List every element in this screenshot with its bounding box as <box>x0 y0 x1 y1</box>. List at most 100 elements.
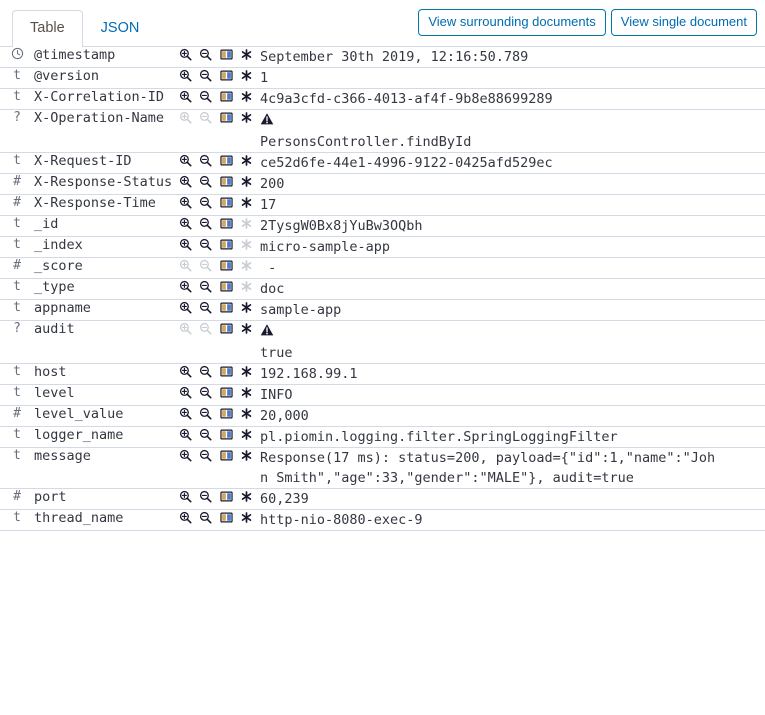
filter-out-value-magnify-minus-icon[interactable] <box>196 407 216 423</box>
field-actions <box>176 448 260 489</box>
filter-for-value-magnify-plus-icon[interactable] <box>176 449 196 465</box>
filter-out-value-magnify-minus-icon[interactable] <box>196 90 216 106</box>
field-value: 200 <box>260 174 765 195</box>
toggle-column-icon[interactable] <box>216 449 236 465</box>
filter-out-value-magnify-minus-icon[interactable] <box>196 365 216 381</box>
filter-out-value-magnify-minus-icon[interactable] <box>196 449 216 465</box>
toggle-column-icon[interactable] <box>216 428 236 444</box>
filter-for-field-present-asterisk-icon[interactable] <box>236 365 256 381</box>
filter-for-value-magnify-plus-icon[interactable] <box>176 175 196 191</box>
filter-for-value-magnify-plus-icon[interactable] <box>176 154 196 170</box>
toggle-column-icon[interactable] <box>216 217 236 233</box>
filter-for-field-present-asterisk-icon[interactable] <box>236 449 256 465</box>
filter-for-value-magnify-plus-icon[interactable] <box>176 69 196 85</box>
filter-for-value-magnify-plus-icon[interactable] <box>176 428 196 444</box>
filter-for-value-magnify-plus-icon[interactable] <box>176 490 196 506</box>
filter-out-value-magnify-minus-icon[interactable] <box>196 386 216 402</box>
filter-out-value-magnify-minus-icon[interactable] <box>196 301 216 317</box>
field-type-number-icon: # <box>0 489 34 510</box>
field-actions <box>176 300 260 321</box>
field-name: message <box>34 448 176 489</box>
toggle-column-icon[interactable] <box>216 490 236 506</box>
filter-for-field-present-asterisk-icon[interactable] <box>236 322 256 338</box>
toggle-column-icon[interactable] <box>216 301 236 317</box>
filter-for-value-magnify-plus-icon[interactable] <box>176 280 196 296</box>
filter-for-value-magnify-plus-icon[interactable] <box>176 90 196 106</box>
toggle-column-icon[interactable] <box>216 238 236 254</box>
toggle-column-icon[interactable] <box>216 69 236 85</box>
field-value: ce52d6fe-44e1-4996-9122-0425afd529ec <box>260 153 765 174</box>
filter-for-field-present-asterisk-icon[interactable] <box>236 175 256 191</box>
filter-out-value-magnify-minus-icon[interactable] <box>196 280 216 296</box>
toggle-column-icon[interactable] <box>216 407 236 423</box>
filter-for-field-present-asterisk-icon[interactable] <box>236 90 256 106</box>
tab-json[interactable]: JSON <box>83 10 158 47</box>
filter-out-value-magnify-minus-icon[interactable] <box>196 196 216 212</box>
filter-for-value-magnify-plus-icon[interactable] <box>176 511 196 527</box>
tab-table[interactable]: Table <box>12 10 83 47</box>
field-value: sample-app <box>260 300 765 321</box>
header-actions: View surrounding documentsView single do… <box>418 9 757 36</box>
field-type-number-icon: # <box>0 195 34 216</box>
filter-for-field-present-asterisk-icon[interactable] <box>236 490 256 506</box>
field-value: September 30th 2019, 12:16:50.789 <box>260 47 765 68</box>
filter-for-field-present-asterisk-icon[interactable] <box>236 428 256 444</box>
table-row: tX-Request-IDce52d6fe-44e1-4996-9122-042… <box>0 153 765 174</box>
filter-for-field-present-asterisk-icon[interactable] <box>236 196 256 212</box>
filter-for-field-present-asterisk-icon[interactable] <box>236 301 256 317</box>
filter-out-value-magnify-minus-icon[interactable] <box>196 238 216 254</box>
toggle-column-icon[interactable] <box>216 280 236 296</box>
toggle-column-icon[interactable] <box>216 386 236 402</box>
field-name: _index <box>34 237 176 258</box>
filter-for-value-magnify-plus-icon[interactable] <box>176 365 196 381</box>
filter-for-field-present-asterisk-icon[interactable] <box>236 48 256 64</box>
filter-for-value-magnify-plus-icon[interactable] <box>176 217 196 233</box>
field-actions <box>176 279 260 300</box>
toggle-column-icon[interactable] <box>216 154 236 170</box>
filter-for-value-magnify-plus-icon[interactable] <box>176 301 196 317</box>
toggle-column-icon[interactable] <box>216 511 236 527</box>
field-value-text: http-nio-8080-exec-9 <box>260 510 765 530</box>
filter-out-value-magnify-minus-icon[interactable] <box>196 154 216 170</box>
toggle-column-icon[interactable] <box>216 196 236 212</box>
filter-for-field-present-asterisk-icon[interactable] <box>236 511 256 527</box>
toggle-column-icon[interactable] <box>216 365 236 381</box>
filter-for-value-magnify-plus-icon[interactable] <box>176 238 196 254</box>
toggle-column-icon[interactable] <box>216 175 236 191</box>
filter-out-value-magnify-minus-icon[interactable] <box>196 175 216 191</box>
table-row: tX-Correlation-ID4c9a3cfd-c366-4013-af4f… <box>0 89 765 110</box>
filter-for-value-magnify-plus-icon[interactable] <box>176 386 196 402</box>
field-name: X-Correlation-ID <box>34 89 176 110</box>
warning-triangle-icon <box>260 112 274 132</box>
field-actions <box>176 89 260 110</box>
filter-out-value-magnify-minus-icon[interactable] <box>196 69 216 85</box>
field-actions <box>176 406 260 427</box>
filter-out-value-magnify-minus-icon[interactable] <box>196 217 216 233</box>
filter-for-value-magnify-plus-icon[interactable] <box>176 407 196 423</box>
filter-for-field-present-asterisk-icon[interactable] <box>236 154 256 170</box>
filter-for-value-magnify-plus-icon[interactable] <box>176 196 196 212</box>
toggle-column-icon[interactable] <box>216 90 236 106</box>
filter-out-value-magnify-minus-icon[interactable] <box>196 490 216 506</box>
filter-for-field-present-asterisk-icon <box>236 259 256 275</box>
filter-out-value-magnify-minus-icon[interactable] <box>196 48 216 64</box>
filter-out-value-magnify-minus-icon[interactable] <box>196 428 216 444</box>
field-name: thread_name <box>34 510 176 531</box>
toggle-column-icon[interactable] <box>216 111 236 127</box>
filter-for-field-present-asterisk-icon[interactable] <box>236 407 256 423</box>
filter-for-value-magnify-plus-icon[interactable] <box>176 48 196 64</box>
field-name: _type <box>34 279 176 300</box>
toggle-column-icon[interactable] <box>216 322 236 338</box>
filter-for-value-magnify-plus-icon <box>176 322 196 338</box>
filter-out-value-magnify-minus-icon[interactable] <box>196 511 216 527</box>
view-single-document-button[interactable]: View single document <box>611 9 757 36</box>
filter-for-field-present-asterisk-icon[interactable] <box>236 386 256 402</box>
field-name: X-Request-ID <box>34 153 176 174</box>
view-surrounding-documents-button[interactable]: View surrounding documents <box>418 9 605 36</box>
toggle-column-icon[interactable] <box>216 259 236 275</box>
table-row: #port60,239 <box>0 489 765 510</box>
filter-for-field-present-asterisk-icon[interactable] <box>236 111 256 127</box>
filter-for-field-present-asterisk-icon[interactable] <box>236 69 256 85</box>
toggle-column-icon[interactable] <box>216 48 236 64</box>
table-row: #level_value20,000 <box>0 406 765 427</box>
